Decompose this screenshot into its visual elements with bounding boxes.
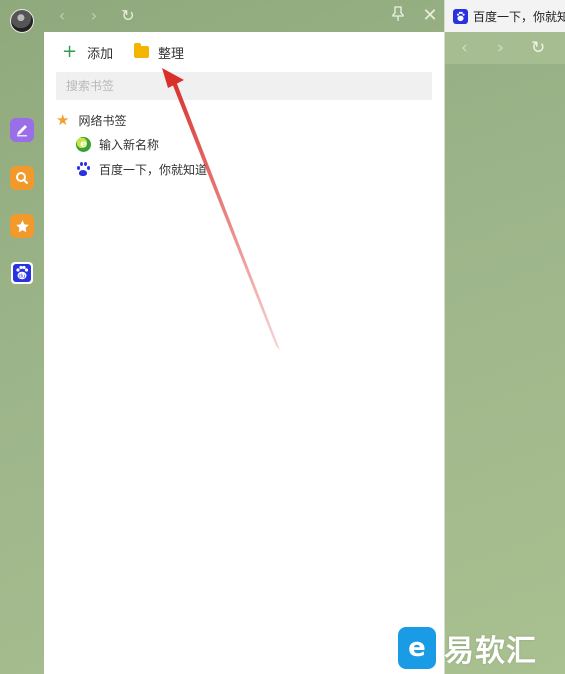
edit-icon[interactable]: [10, 118, 34, 142]
back-icon[interactable]: ‹: [461, 38, 468, 58]
add-label: 添加: [87, 46, 114, 62]
browser-icon: e: [76, 136, 91, 152]
close-icon[interactable]: ✕: [420, 6, 440, 26]
watermark: e 易软汇: [398, 626, 537, 670]
baidu-favicon-icon: [453, 8, 468, 24]
browser-pane: 百度一下，你就知道 ‹ › ↻: [445, 0, 565, 674]
tab-title: 百度一下，你就知道: [473, 9, 565, 24]
folder-icon: [134, 43, 149, 58]
organize-label: 整理: [158, 46, 185, 62]
left-rail: du: [0, 32, 44, 674]
avatar[interactable]: [10, 9, 34, 33]
watermark-text: 易软汇: [444, 634, 537, 669]
bookmark-item[interactable]: 百度一下，你就知道: [76, 159, 207, 179]
refresh-icon[interactable]: ↻: [118, 6, 138, 26]
bookmark-toolbar: + 添加 整理: [44, 40, 444, 64]
organize-button[interactable]: 整理: [134, 40, 184, 64]
top-bar: ‹ › ↻ ✕: [0, 0, 445, 33]
star-icon: ★: [56, 111, 70, 129]
baidu-icon[interactable]: du: [11, 262, 33, 284]
bookmark-folder-network[interactable]: ★ 网络书签: [56, 110, 126, 130]
forward-icon[interactable]: ›: [84, 6, 104, 26]
star-icon[interactable]: [10, 214, 34, 238]
refresh-icon[interactable]: ↻: [531, 38, 545, 58]
bookmark-search-input[interactable]: [56, 72, 432, 100]
back-icon[interactable]: ‹: [52, 6, 72, 26]
search-icon[interactable]: [10, 166, 34, 190]
pin-icon[interactable]: [388, 6, 408, 26]
bookmark-label: 百度一下，你就知道: [99, 162, 208, 177]
forward-icon[interactable]: ›: [497, 38, 504, 58]
watermark-logo: e: [398, 627, 436, 669]
bookmark-item[interactable]: e 输入新名称: [76, 134, 159, 154]
plus-icon: +: [62, 41, 78, 62]
bookmark-panel: + 添加 整理 ★ 网络书签 e 输入新名称 百度一下，你就知道: [44, 32, 444, 674]
folder-label: 网络书签: [78, 113, 127, 128]
baidu-paw-icon: [76, 161, 91, 177]
add-bookmark-button[interactable]: + 添加: [62, 40, 113, 64]
bookmark-label: 输入新名称: [99, 137, 160, 152]
browser-nav-bar: ‹ › ↻: [445, 32, 565, 64]
tab-baidu[interactable]: 百度一下，你就知道: [445, 0, 565, 32]
svg-text:du: du: [19, 273, 26, 279]
